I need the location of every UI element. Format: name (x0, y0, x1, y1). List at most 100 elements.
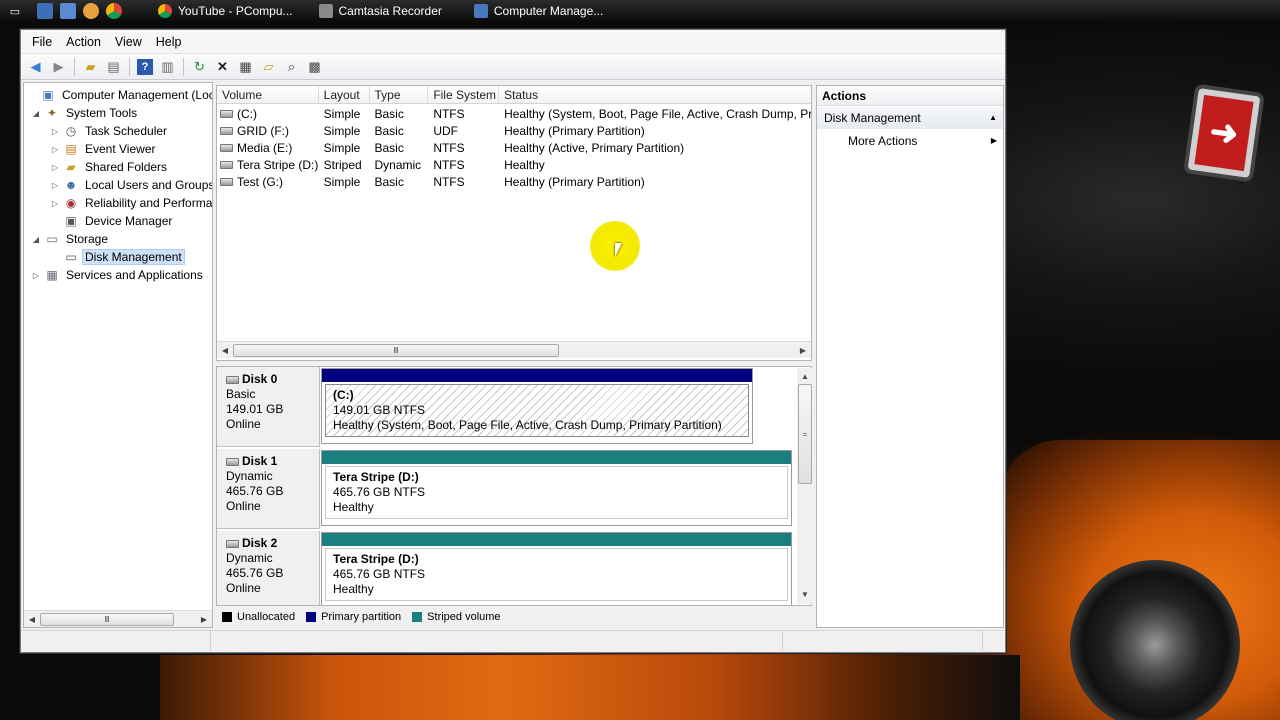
taskbar-task-camtasia[interactable]: Camtasia Recorder (313, 0, 448, 22)
computer-management-icon: ▣ (42, 88, 54, 102)
scroll-thumb[interactable]: Ⅲ (233, 343, 559, 357)
volume-fs: NTFS (433, 106, 465, 121)
thunderbird-icon[interactable] (83, 3, 99, 19)
tree-item-local-users[interactable]: ▷ ☻ Local Users and Groups (49, 176, 212, 194)
tree-item-device-manager[interactable]: ▣ Device Manager (49, 212, 175, 230)
up-folder-icon[interactable]: ▰ (80, 57, 101, 77)
actions-section-disk-management[interactable]: Disk Management ▲ (817, 107, 1003, 129)
primary-partition-swatch (306, 612, 317, 622)
computer-icon[interactable] (37, 3, 53, 19)
column-header-file-system[interactable]: File System (428, 86, 500, 104)
table-row[interactable]: Media (E:) Simple Basic NTFS Healthy (Ac… (217, 139, 811, 156)
expand-icon[interactable]: ▷ (49, 163, 61, 172)
scroll-right-icon[interactable]: ▶ (795, 342, 811, 358)
chrome-icon[interactable] (106, 3, 122, 19)
taskbar-task-youtube[interactable]: YouTube - PCompu... (152, 0, 299, 22)
disk-name: Disk 0 (242, 372, 278, 386)
tree-item-storage[interactable]: ◢ ▭ Storage (30, 230, 111, 248)
table-row[interactable]: Test (G:) Simple Basic NTFS Healthy (Pri… (217, 173, 811, 190)
users-icon: ☻ (64, 178, 78, 192)
more-actions-item[interactable]: More Actions ▶ (817, 129, 1003, 153)
open-folder-icon[interactable]: ▱ (258, 57, 279, 77)
scroll-left-icon[interactable]: ◀ (217, 342, 233, 358)
status-bar (21, 630, 1005, 652)
tree-item-shared-folders[interactable]: ▷ ▰ Shared Folders (49, 158, 170, 176)
tree-item-system-tools[interactable]: ◢ ✦ System Tools (30, 104, 140, 122)
settings-icon[interactable]: ▩ (304, 57, 325, 77)
collapse-icon[interactable]: ◢ (30, 235, 42, 244)
partition-tera-stripe-disk-1[interactable]: Tera Stripe (D:) 465.76 GB NTFS Healthy (321, 450, 792, 526)
column-header-status[interactable]: Status (499, 86, 811, 104)
column-header-type[interactable]: Type (370, 86, 429, 104)
table-row[interactable]: Tera Stripe (D:) Striped Dynamic NTFS He… (217, 156, 811, 173)
refresh-icon[interactable]: ↻ (189, 57, 210, 77)
drive-icon (220, 177, 233, 186)
menu-action[interactable]: Action (59, 35, 108, 49)
unallocated-swatch (222, 612, 232, 622)
back-icon[interactable]: ◀ (25, 57, 46, 77)
partition-tera-stripe-disk-2[interactable]: Tera Stripe (D:) 465.76 GB NTFS Healthy (321, 532, 792, 605)
delete-icon[interactable]: ✕ (212, 57, 233, 77)
computer-management-icon (473, 4, 488, 18)
search-icon[interactable]: ⌕ (281, 57, 302, 77)
scroll-thumb[interactable]: = (798, 384, 812, 484)
table-row[interactable]: (C:) Simple Basic NTFS Healthy (System, … (217, 105, 811, 122)
volume-layout: Simple (323, 123, 361, 138)
expand-icon[interactable]: ▷ (49, 181, 61, 190)
disk-view-vertical-scrollbar[interactable]: ▲ = ▼ (797, 368, 813, 604)
scroll-left-icon[interactable]: ◀ (24, 611, 40, 627)
tree-horizontal-scrollbar[interactable]: ◀ Ⅲ ▶ (24, 610, 212, 627)
expand-icon[interactable]: ▷ (30, 271, 42, 280)
striped-volume-bar (322, 533, 791, 546)
expand-icon[interactable]: ▷ (49, 127, 61, 136)
scroll-thumb[interactable]: Ⅲ (40, 612, 174, 626)
drive-icon (220, 160, 233, 169)
forward-icon[interactable]: ▶ (48, 57, 69, 77)
toolbar: ◀ ▶ ▰ ▤ ? ▥ ↻ ✕ ▦ ▱ ⌕ ▩ (21, 54, 1005, 80)
volume-name: Test (G:) (237, 174, 284, 189)
tree-item-task-scheduler[interactable]: ▷ ◷ Task Scheduler (49, 122, 170, 140)
tree-item-label: Disk Management (82, 249, 185, 265)
volume-layout: Simple (323, 106, 361, 121)
tree-item-services[interactable]: ▷ ▦ Services and Applications (30, 266, 206, 284)
collapse-up-icon[interactable]: ▲ (989, 107, 997, 129)
collapse-icon[interactable]: ◢ (30, 109, 42, 118)
partition-name: Tera Stripe (D:) (333, 552, 419, 566)
help-icon[interactable]: ? (137, 58, 153, 75)
more-actions-label: More Actions (848, 134, 918, 148)
menu-file[interactable]: File (25, 35, 59, 49)
partition-c[interactable]: (C:) 149.01 GB NTFS Healthy (System, Boo… (321, 368, 753, 444)
column-header-layout[interactable]: Layout (319, 86, 370, 104)
expand-icon[interactable]: ▷ (49, 199, 61, 208)
scroll-up-icon[interactable]: ▲ (797, 368, 813, 384)
volume-list-horizontal-scrollbar[interactable]: ◀ Ⅲ ▶ (217, 341, 811, 358)
tree-item-disk-management[interactable]: ▭ Disk Management (49, 248, 185, 266)
column-header-volume[interactable]: Volume (217, 86, 319, 104)
navigation-tree: ▣ Computer Management (Local ◢ ✦ System … (23, 82, 213, 628)
menu-help[interactable]: Help (149, 35, 189, 49)
tree-item-event-viewer[interactable]: ▷ ▤ Event Viewer (49, 140, 158, 158)
tree-item-computer-management[interactable]: ▣ Computer Management (Local (26, 86, 212, 104)
monitor-icon[interactable] (60, 3, 76, 19)
disk-info-disk-1[interactable]: Disk 1 Dynamic 465.76 GB Online (217, 449, 320, 529)
partition-name: (C:) (333, 388, 354, 402)
disk-info-disk-0[interactable]: Disk 0 Basic 149.01 GB Online (217, 367, 320, 447)
drive-icon (220, 143, 233, 152)
properties-icon[interactable]: ▦ (235, 57, 256, 77)
disk-icon (226, 457, 239, 466)
disk-info-disk-2[interactable]: Disk 2 Dynamic 465.76 GB Online (217, 531, 320, 605)
show-hide-tree-icon[interactable]: ▤ (103, 57, 124, 77)
taskbar-task-computer-management[interactable]: Computer Manage... (468, 0, 609, 22)
expand-icon[interactable]: ▷ (49, 145, 61, 154)
status-bar-cell (21, 631, 211, 651)
table-row[interactable]: GRID (F:) Simple Basic UDF Healthy (Prim… (217, 122, 811, 139)
show-hide-action-pane-icon[interactable]: ▥ (157, 57, 178, 77)
show-desktop-icon[interactable]: ▭ (7, 3, 23, 19)
volume-type: Basic (374, 106, 404, 121)
scroll-right-icon[interactable]: ▶ (196, 611, 212, 627)
tree-item-reliability[interactable]: ▷ ◉ Reliability and Performa (49, 194, 212, 212)
partition-status: Healthy (333, 500, 374, 514)
scroll-down-icon[interactable]: ▼ (797, 586, 813, 602)
legend-striped: Striped volume (427, 611, 501, 623)
menu-view[interactable]: View (108, 35, 149, 49)
